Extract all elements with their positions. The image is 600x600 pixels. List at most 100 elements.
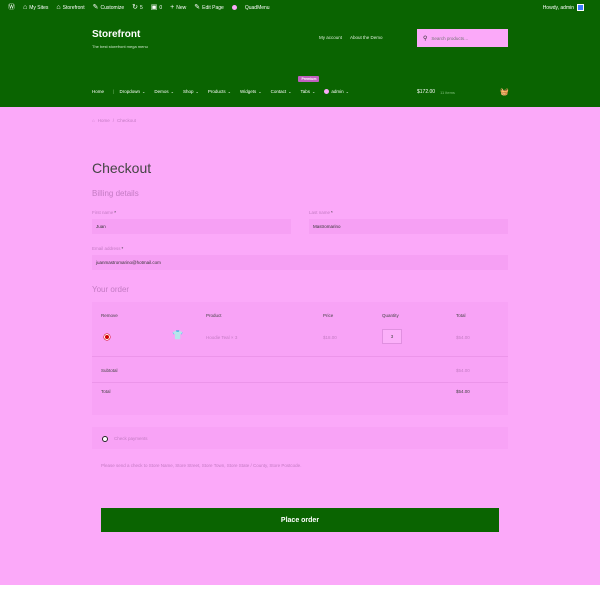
nav-products-label: Products	[207, 89, 226, 94]
edit-page-link[interactable]: ✎ Edit Page	[194, 4, 224, 11]
search-input[interactable]	[431, 35, 502, 41]
nav-tabs-label: Tabs	[300, 89, 310, 94]
chevron-down-icon: ⌄	[195, 89, 199, 94]
nav-demos-label: Demos	[154, 89, 169, 94]
my-sites-label: My Sites	[29, 4, 49, 11]
product-name[interactable]: Hoodie Teal × 3	[206, 335, 237, 340]
my-account-link[interactable]: My account	[319, 35, 342, 40]
total-value: $54.00	[456, 389, 470, 394]
chevron-down-icon: ⌄	[170, 89, 174, 94]
line-total: $54.00	[456, 335, 470, 340]
nav-shop[interactable]: Shop ⌄	[183, 89, 199, 94]
first-name-field[interactable]: Juan	[92, 219, 291, 234]
nav-contact-label: Contact	[270, 89, 287, 94]
nav-dropdown-label: Dropdown	[119, 89, 140, 94]
place-order-button[interactable]: Place order	[101, 508, 499, 532]
cart-total: $172.00	[417, 89, 436, 95]
last-name-field[interactable]: Mastromarino	[309, 219, 508, 234]
my-sites-menu[interactable]: ⌂ My Sites	[23, 4, 48, 11]
breadcrumb: ⌂ Home / Checkout	[92, 118, 136, 123]
updates-count: 5	[139, 4, 143, 11]
nav-widgets-label: Widgets	[239, 89, 257, 94]
circle-icon	[231, 5, 237, 10]
site-name-menu[interactable]: ⌂ Storefront	[56, 4, 84, 11]
chevron-down-icon: ⌄	[227, 89, 231, 94]
main-nav: Home | Dropdown ⌄ Demos ⌄ Shop ⌄ Products ⌄ …	[92, 76, 358, 94]
edit-page-label: Edit Page	[202, 4, 224, 11]
chevron-down-icon: ⌄	[141, 89, 146, 94]
email-field[interactable]: juanmastromarino@hotmail.com	[92, 255, 508, 270]
comments-link[interactable]: ▣ 0	[151, 4, 162, 11]
home-icon: ⌂	[23, 4, 28, 11]
order-table: Remove Product Price Quantity Total 👕 Ho…	[92, 302, 508, 415]
required-mark: *	[114, 210, 117, 215]
customize-label: Customize	[100, 4, 125, 11]
premium-badge: Premium	[298, 76, 320, 82]
basket-icon[interactable]: 🧺	[500, 88, 509, 96]
column-product: Product	[206, 313, 222, 318]
row-divider	[92, 356, 508, 357]
chevron-down-icon: ⌄	[258, 89, 262, 94]
order-heading: Your order	[92, 285, 130, 294]
billing-heading: Billing details	[92, 189, 139, 198]
quantity-input[interactable]: 3	[382, 329, 402, 344]
subtotal-label: Subtotal	[101, 368, 118, 373]
chevron-down-icon: ⌄	[345, 89, 349, 94]
nav-home-label: Home	[92, 89, 105, 94]
nav-shop-label: Shop	[182, 89, 194, 94]
nav-contact[interactable]: Contact ⌄	[271, 89, 292, 94]
row-divider	[92, 382, 508, 383]
new-content-menu[interactable]: + New	[170, 4, 186, 11]
site-title[interactable]: Storefront	[92, 29, 140, 40]
chevron-down-icon: ⌄	[288, 89, 292, 94]
wordpress-menu[interactable]: Ⓦ	[8, 4, 15, 11]
last-name-label: Last name*	[309, 210, 333, 215]
nav-widgets[interactable]: Widgets ⌄	[240, 89, 262, 94]
admin-bar: Ⓦ ⌂ My Sites ⌂ Storefront ✎ Customize ↻ 5 ▣ 0…	[0, 0, 600, 15]
required-mark: *	[121, 246, 124, 251]
pencil-icon: ✎	[194, 4, 201, 11]
refresh-icon: ↻	[132, 4, 138, 11]
remove-item-icon[interactable]	[104, 334, 110, 340]
site-description: The best storefront mega menu	[92, 44, 148, 49]
header-cart[interactable]: $172.00 11 items	[417, 89, 455, 95]
nav-products[interactable]: Products ⌄	[208, 89, 231, 94]
account-menu[interactable]: Howdy, admin	[543, 0, 584, 15]
howdy-label: Howdy, admin	[542, 4, 574, 11]
first-name-label: First name*	[92, 210, 116, 215]
nav-tabs[interactable]: Premium Tabs ⌄	[298, 76, 320, 94]
about-demo-link[interactable]: About the Demo	[350, 35, 383, 40]
column-total: Total	[456, 313, 466, 318]
email-label-text: Email address	[92, 246, 121, 251]
nav-demos[interactable]: Demos ⌄	[154, 89, 174, 94]
product-thumbnail[interactable]: 👕	[172, 330, 186, 344]
plus-icon: +	[170, 4, 175, 11]
subtotal-value: $54.00	[456, 368, 470, 373]
user-icon	[324, 89, 330, 94]
quadmenu-label: QuadMenu	[244, 4, 270, 11]
plugin-status-link[interactable]	[231, 5, 237, 10]
updates-link[interactable]: ↻ 5	[132, 4, 143, 11]
required-mark: *	[331, 210, 333, 215]
check-payment-label[interactable]: Check payments	[114, 436, 148, 441]
site-name-label: Storefront	[62, 4, 85, 11]
nav-admin[interactable]: admin ⌄	[324, 89, 349, 94]
payment-description: Please send a check to Store Name, Store…	[101, 463, 302, 468]
product-price: $18.00	[323, 335, 337, 340]
check-payment-radio[interactable]	[102, 436, 108, 442]
nav-home[interactable]: Home	[92, 89, 104, 94]
nav-dropdown[interactable]: | Dropdown ⌄	[113, 89, 145, 94]
breadcrumb-separator: /	[112, 118, 114, 123]
last-name-label-text: Last name	[309, 210, 331, 215]
cart-count: 11 items	[440, 89, 455, 95]
column-quantity: Quantity	[382, 313, 399, 318]
new-label: New	[176, 4, 187, 11]
quadmenu-link[interactable]: QuadMenu	[245, 5, 270, 11]
search-icon: ⚲	[423, 35, 428, 42]
customize-link[interactable]: ✎ Customize	[93, 4, 125, 11]
breadcrumb-home[interactable]: Home	[98, 118, 110, 123]
column-price: Price	[323, 313, 334, 318]
page-title: Checkout	[92, 160, 152, 176]
nav-divider: |	[113, 89, 115, 94]
total-label: Total	[101, 389, 111, 394]
